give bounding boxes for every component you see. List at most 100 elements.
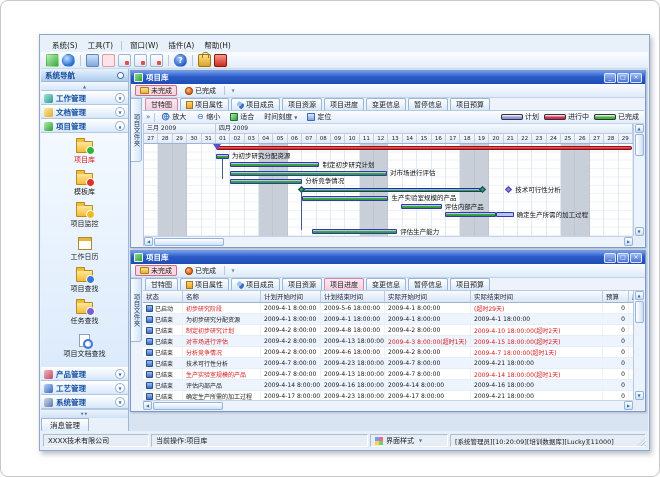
tab-message-management[interactable]: 消息管理	[41, 418, 89, 431]
gantt-tool-0[interactable]: 放大	[159, 112, 189, 123]
gantt-tab-3[interactable]: 项目资源	[282, 98, 322, 110]
sidebar-section-0[interactable]: 工作管理	[41, 91, 128, 105]
stop-icon[interactable]	[214, 54, 227, 67]
scrollbar-thumb[interactable]	[153, 402, 223, 410]
gantt-task-bar-6[interactable]	[302, 196, 388, 201]
menu-item-4[interactable]: 插件(A)	[163, 39, 199, 52]
gantt-task-bar-7[interactable]	[401, 204, 441, 209]
gantt-tool-4[interactable]: 定位	[304, 112, 334, 123]
table-filter-button-0[interactable]: 未完成	[135, 265, 177, 276]
folder-closed-icon[interactable]	[86, 54, 99, 67]
sidebar-item-2-3[interactable]: 工作日历	[71, 237, 99, 262]
globe-icon[interactable]	[62, 54, 75, 67]
sidebar-section-2[interactable]: 项目管理	[41, 119, 128, 133]
sidebar-item-2-2[interactable]: 项目监控	[71, 205, 99, 229]
table-tab-2[interactable]: 项目成员	[231, 278, 280, 290]
mail-icon[interactable]	[118, 54, 131, 67]
gantt-task-bar-2[interactable]	[230, 162, 319, 167]
expand-arrow-icon[interactable]	[115, 107, 125, 117]
gantt-filter-button-0[interactable]: 未完成	[135, 85, 177, 96]
column-header-2[interactable]: 计划开始时间	[261, 291, 321, 303]
column-header-6[interactable]: 预算	[603, 291, 629, 303]
table-tab-6[interactable]: 暂停信息	[408, 278, 448, 290]
scroll-left-icon[interactable]	[143, 401, 152, 410]
gantt-tab-2[interactable]: 项目成员	[231, 98, 280, 110]
sidebar-collapse-button[interactable]	[41, 82, 128, 91]
gantt-filter-dropdown-icon[interactable]	[228, 86, 238, 96]
table-tab-4[interactable]: 项目进度	[324, 278, 364, 290]
table-tab-1[interactable]: 项目属性	[180, 278, 229, 290]
table-horizontal-scrollbar[interactable]	[143, 400, 633, 410]
expand-arrow-icon[interactable]	[115, 93, 125, 103]
gantt-window-titlebar[interactable]: 项目库	[131, 71, 645, 84]
sidebar-section-1[interactable]: 文档管理	[41, 105, 128, 119]
expand-arrow-icon[interactable]	[115, 369, 125, 379]
sidebar-section-5[interactable]: 系统管理	[41, 395, 128, 409]
column-header-5[interactable]: 实际结束时间	[471, 291, 603, 303]
help-icon[interactable]	[174, 54, 187, 67]
table-row-7[interactable]: 已结束评估内部产品2009-4-14 8:00:002009-4-16 18:0…	[143, 380, 633, 391]
column-header-4[interactable]: 实际开始时间	[385, 291, 471, 303]
side-tab-project-folder[interactable]: 项目文件夹	[131, 98, 142, 162]
gantt-tab-1[interactable]: 项目属性	[180, 98, 229, 110]
close-icon[interactable]	[630, 253, 642, 263]
gantt-task-bar-4[interactable]	[230, 179, 302, 184]
lock-icon[interactable]	[198, 54, 211, 67]
table-filter-dropdown-icon[interactable]	[228, 266, 238, 276]
sidebar-section-4[interactable]: 工艺管理	[41, 381, 128, 395]
scroll-down-icon[interactable]	[635, 391, 644, 400]
gantt-tab-4[interactable]: 项目进度	[324, 98, 364, 110]
column-header-0[interactable]: 状态	[143, 291, 183, 303]
sidebar-item-2-6[interactable]: 项目文档查找	[64, 334, 106, 359]
gantt-vertical-scrollbar[interactable]	[633, 124, 644, 236]
sidebar-item-2-4[interactable]: 项目查找	[71, 270, 99, 294]
table-vertical-scrollbar[interactable]	[633, 291, 644, 400]
sidebar-overflow-button[interactable]	[41, 409, 128, 418]
table-row-8[interactable]: 已结束确定生产所需的加工过程2009-4-17 8:00:002009-4-23…	[143, 391, 633, 400]
gantt-tool-3[interactable]: 时间刻度	[261, 112, 300, 123]
menu-item-1[interactable]: 工具(T)	[83, 39, 118, 52]
table-row-4[interactable]: 已结束分析竞争情况2009-4-2 8:00:002009-4-6 18:00:…	[143, 347, 633, 358]
table-row-6[interactable]: 已结束生产实验室规模的产品2009-4-7 8:00:002009-4-13 1…	[143, 369, 633, 380]
gantt-task-bar-5[interactable]	[301, 188, 482, 192]
table-tab-3[interactable]: 项目资源	[282, 278, 322, 290]
gantt-tool-2[interactable]: 适合	[227, 112, 257, 123]
table-tab-0[interactable]: 甘特图	[145, 278, 178, 290]
collapse-arrow-icon[interactable]	[115, 121, 125, 131]
table-row-1[interactable]: 已结束为初步研究分配资源2009-4-1 8:00:002009-4-1 18:…	[143, 314, 633, 325]
minimize-icon[interactable]	[604, 253, 616, 263]
new-window-icon[interactable]	[46, 54, 59, 67]
gantt-tool-1[interactable]: 缩小	[193, 112, 223, 123]
gantt-task-bar-8[interactable]	[445, 212, 497, 217]
toolbar-overflow-icon[interactable]	[146, 113, 150, 121]
scroll-right-icon[interactable]	[624, 237, 633, 246]
table-row-5[interactable]: 已结束技术可行性分析2009-4-7 8:00:002009-4-23 18:0…	[143, 358, 633, 369]
scrollbar-thumb[interactable]	[635, 301, 644, 323]
maximize-icon[interactable]	[617, 253, 629, 263]
scrollbar-thumb[interactable]	[635, 134, 644, 156]
table-row-3[interactable]: 已结束对市场进行评估2009-4-2 8:00:002009-4-13 18:0…	[143, 336, 633, 347]
table-filter-button-1[interactable]: 已完成	[180, 265, 221, 276]
mail-write-icon[interactable]	[150, 54, 163, 67]
sidebar-item-2-0[interactable]: 项目库	[74, 141, 95, 165]
gantt-plan-extension-bar[interactable]	[496, 212, 513, 217]
scrollbar-thumb[interactable]	[154, 238, 224, 246]
table-tab-7[interactable]: 项目预算	[450, 278, 490, 290]
gantt-tab-0[interactable]: 甘特图	[145, 98, 178, 110]
gantt-task-bar-1[interactable]	[216, 154, 229, 159]
table-window-titlebar[interactable]: 项目库	[131, 251, 645, 264]
column-header-3[interactable]: 计划结束时间	[321, 291, 385, 303]
menu-item-3[interactable]: 窗口(W)	[125, 39, 163, 52]
folder-open-icon[interactable]	[102, 54, 115, 67]
scroll-up-icon[interactable]	[635, 291, 644, 300]
sidebar-item-2-1[interactable]: 模板库	[74, 173, 95, 197]
expand-arrow-icon[interactable]	[115, 383, 125, 393]
interface-style-button[interactable]: 界面样式	[370, 434, 448, 447]
expand-arrow-icon[interactable]	[115, 397, 125, 407]
menu-item-0[interactable]: 系统(S)	[47, 39, 83, 52]
column-header-1[interactable]: 名称	[183, 291, 261, 303]
gantt-tab-6[interactable]: 暂停信息	[408, 98, 448, 110]
side-tab-project-folder[interactable]: 项目文件夹	[131, 278, 142, 342]
menu-item-5[interactable]: 帮助(H)	[199, 39, 236, 52]
gantt-filter-button-1[interactable]: 已完成	[180, 85, 221, 96]
